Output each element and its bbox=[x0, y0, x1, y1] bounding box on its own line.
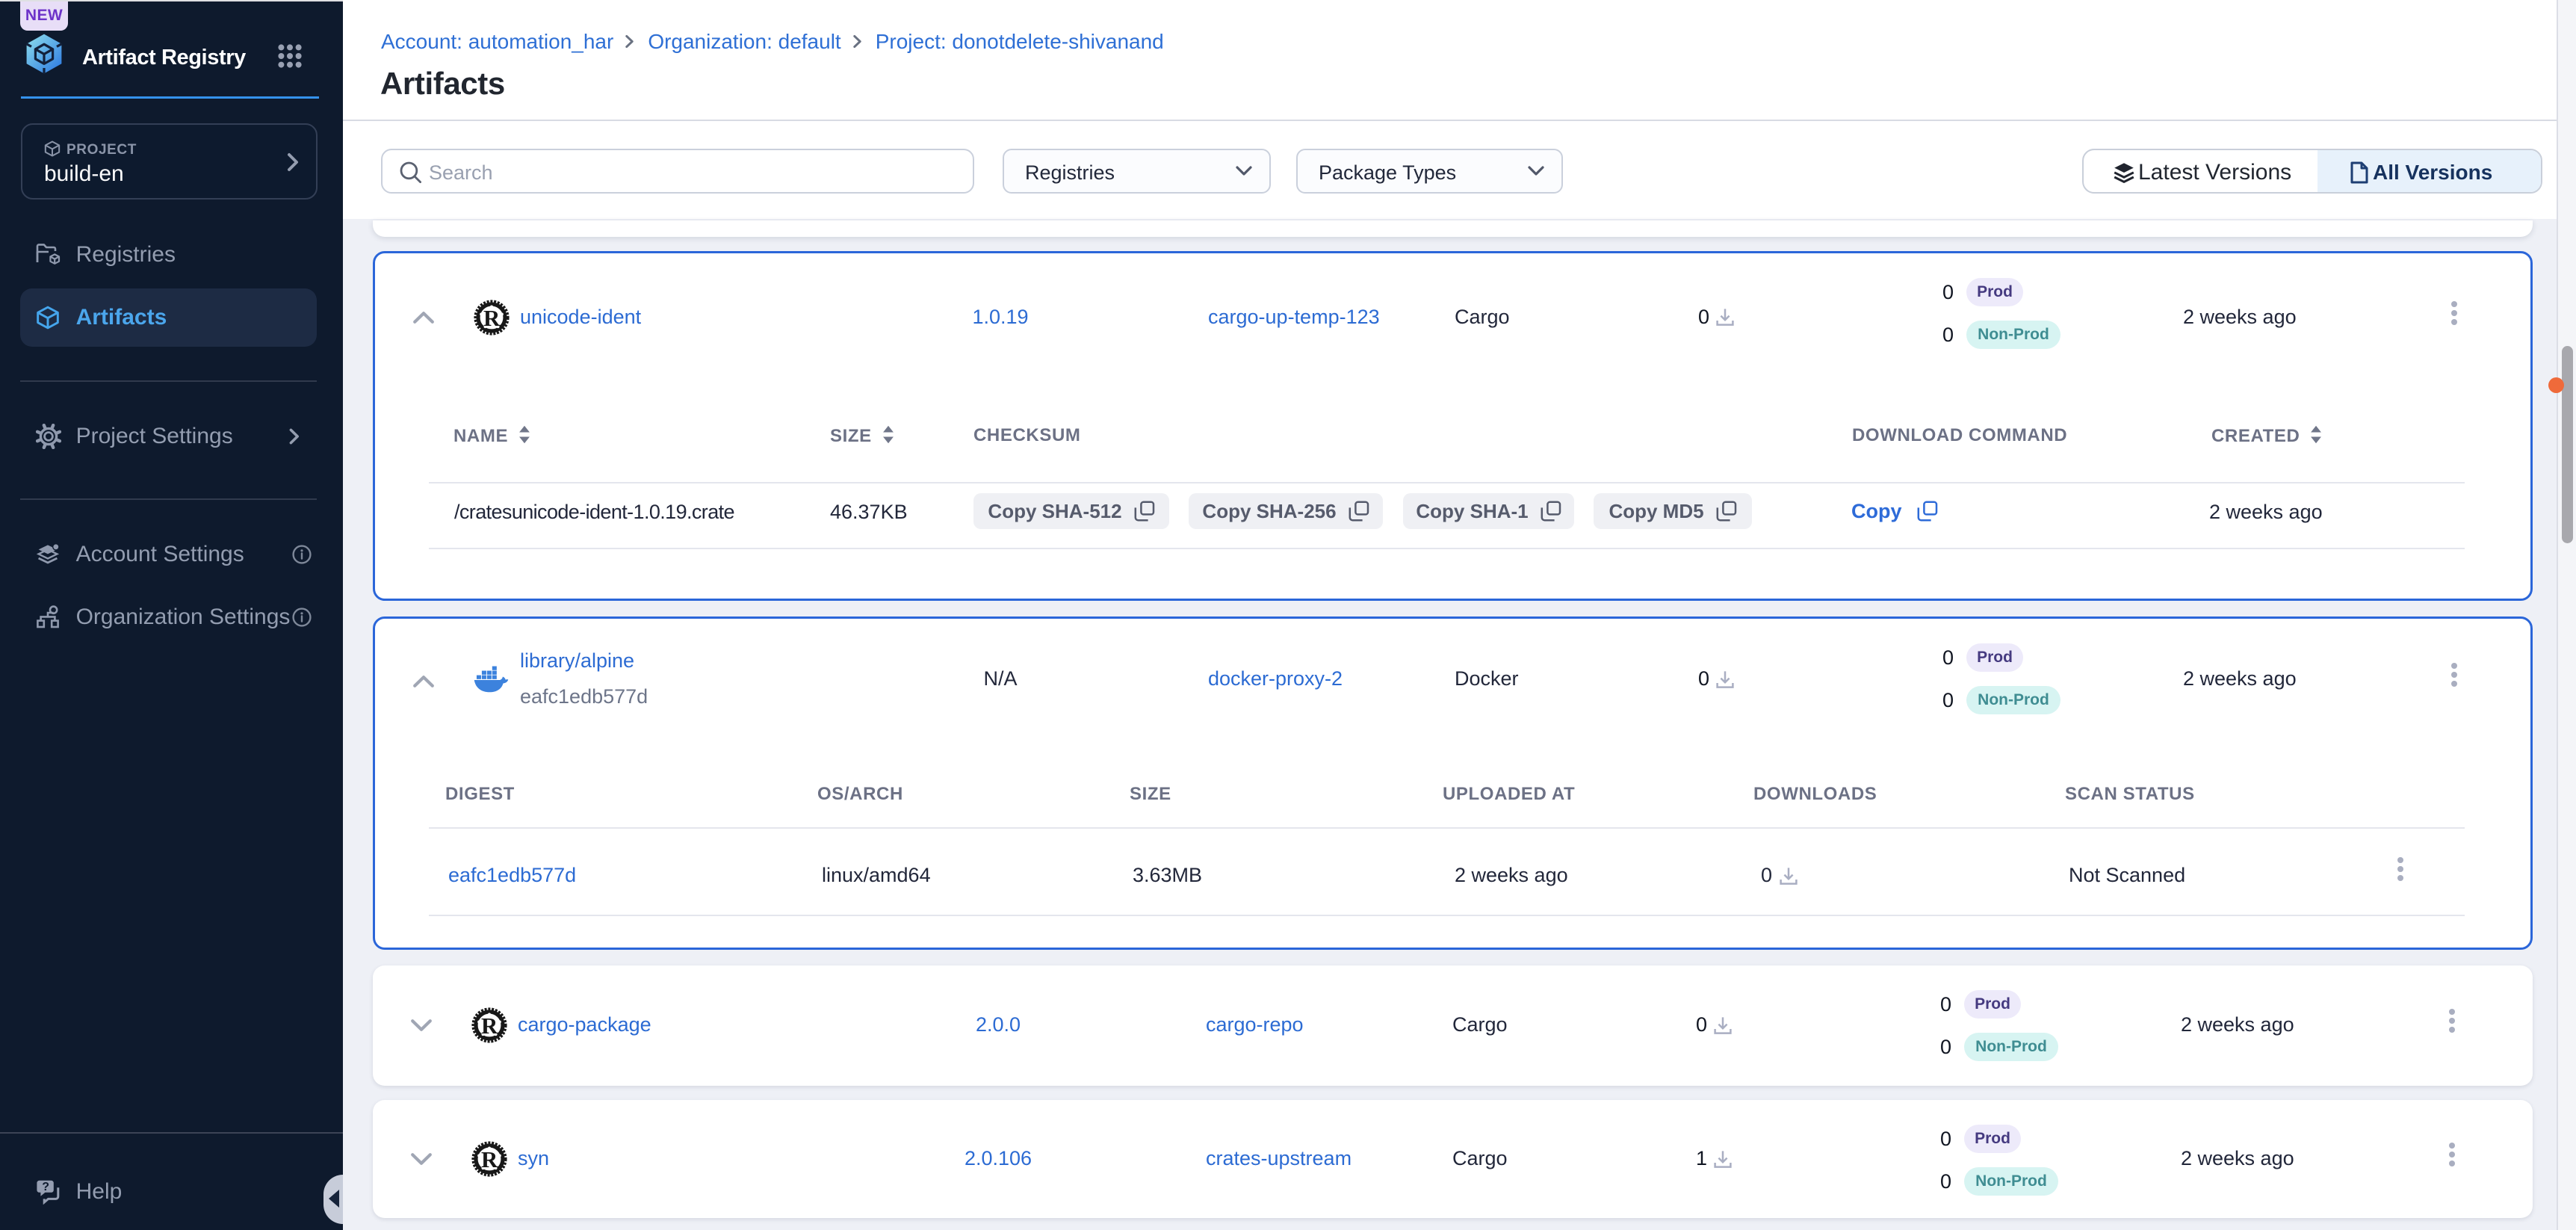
svg-text:?: ? bbox=[42, 1181, 49, 1193]
